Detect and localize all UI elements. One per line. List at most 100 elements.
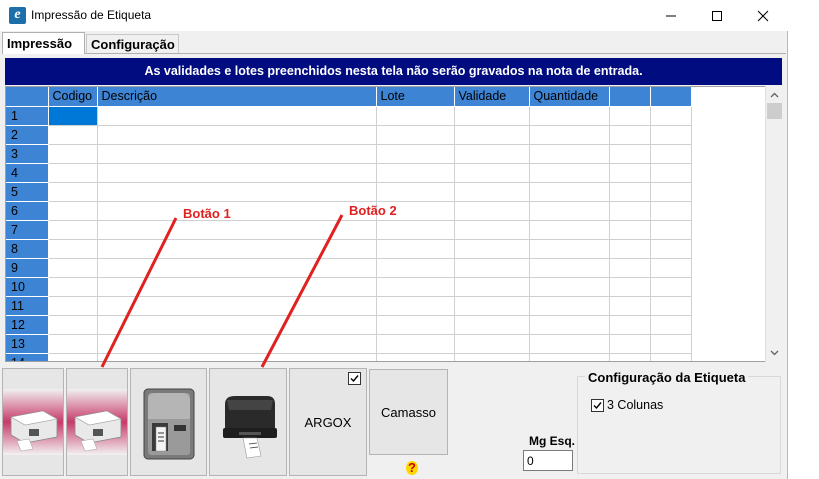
grid-cell[interactable]	[97, 182, 377, 202]
grid-cell[interactable]	[609, 144, 651, 164]
grid-cell[interactable]	[650, 201, 692, 221]
grid-cell[interactable]	[48, 315, 98, 335]
grid-cell[interactable]	[48, 220, 98, 240]
row-number[interactable]: 12	[6, 315, 49, 335]
grid-cell[interactable]	[609, 258, 651, 278]
grid-cell[interactable]	[97, 296, 377, 316]
grid-cell[interactable]	[454, 144, 530, 164]
grid-cell[interactable]	[376, 334, 455, 354]
grid-cell[interactable]	[97, 334, 377, 354]
grid-cell[interactable]	[609, 201, 651, 221]
row-number[interactable]: 10	[6, 277, 49, 297]
grid-cell[interactable]	[650, 163, 692, 183]
col-header-validade[interactable]: Validade	[454, 87, 530, 107]
grid-cell[interactable]	[650, 239, 692, 259]
grid-cell[interactable]	[650, 182, 692, 202]
grid-cell[interactable]	[376, 182, 455, 202]
scroll-up-arrow[interactable]	[766, 86, 783, 103]
grid-cell[interactable]	[529, 220, 610, 240]
grid-cell[interactable]	[376, 258, 455, 278]
grid-cell[interactable]	[650, 353, 692, 361]
grid-cell[interactable]	[529, 239, 610, 259]
grid-cell[interactable]	[48, 106, 98, 126]
grid-cell[interactable]	[97, 353, 377, 361]
grid-cell[interactable]	[650, 277, 692, 297]
grid-cell[interactable]	[454, 315, 530, 335]
grid-cell[interactable]	[97, 106, 377, 126]
grid-cell[interactable]	[97, 144, 377, 164]
grid-cell[interactable]	[454, 296, 530, 316]
grid-cell[interactable]	[97, 125, 377, 145]
grid-cell[interactable]	[454, 182, 530, 202]
grid-cell[interactable]	[48, 239, 98, 259]
grid-cell[interactable]	[650, 315, 692, 335]
row-number[interactable]: 7	[6, 220, 49, 240]
close-button[interactable]	[740, 0, 786, 31]
grid-cell[interactable]	[529, 296, 610, 316]
grid-cell[interactable]	[454, 125, 530, 145]
grid-cell[interactable]	[454, 106, 530, 126]
grid-cell[interactable]	[97, 201, 377, 221]
grid-cell[interactable]	[609, 277, 651, 297]
tab-configuracao[interactable]: Configuração	[86, 34, 179, 54]
col-header-lote[interactable]: Lote	[376, 87, 455, 107]
row-number[interactable]: 3	[6, 144, 49, 164]
row-number[interactable]: 5	[6, 182, 49, 202]
grid-cell[interactable]	[376, 296, 455, 316]
minimize-button[interactable]	[648, 0, 694, 31]
grid-cell[interactable]	[454, 239, 530, 259]
grid-cell[interactable]	[97, 220, 377, 240]
col-header-extra-1[interactable]	[609, 87, 651, 107]
grid-cell[interactable]	[609, 315, 651, 335]
row-number[interactable]: 9	[6, 258, 49, 278]
grid-cell[interactable]	[529, 315, 610, 335]
grid-cell[interactable]	[48, 201, 98, 221]
row-number[interactable]: 11	[6, 296, 49, 316]
data-grid[interactable]: Codigo Descrição Lote Validade Quantidad…	[5, 86, 782, 362]
grid-cell[interactable]	[376, 239, 455, 259]
row-number[interactable]: 8	[6, 239, 49, 259]
grid-cell[interactable]	[529, 144, 610, 164]
grid-cell[interactable]	[454, 220, 530, 240]
grid-cell[interactable]	[529, 334, 610, 354]
grid-cell[interactable]	[609, 106, 651, 126]
argox-checkbox[interactable]	[348, 372, 361, 385]
grid-cell[interactable]	[376, 220, 455, 240]
grid-cell[interactable]	[376, 125, 455, 145]
grid-cell[interactable]	[529, 277, 610, 297]
help-icon[interactable]: ?	[406, 461, 418, 475]
camasso-button[interactable]: Camasso	[369, 369, 448, 455]
grid-cell[interactable]	[454, 334, 530, 354]
col-header-quantidade[interactable]: Quantidade	[529, 87, 610, 107]
grid-cell[interactable]	[609, 163, 651, 183]
grid-cell[interactable]	[529, 106, 610, 126]
row-number[interactable]: 6	[6, 201, 49, 221]
grid-cell[interactable]	[529, 353, 610, 361]
grid-cell[interactable]	[454, 163, 530, 183]
row-number[interactable]: 4	[6, 163, 49, 183]
printer-button-3[interactable]	[130, 368, 207, 476]
col-header-extra-2[interactable]	[650, 87, 692, 107]
row-number[interactable]: 2	[6, 125, 49, 145]
grid-cell[interactable]	[376, 144, 455, 164]
grid-cell[interactable]	[609, 239, 651, 259]
grid-cell[interactable]	[609, 182, 651, 202]
scroll-down-arrow[interactable]	[766, 344, 783, 361]
grid-cell[interactable]	[454, 258, 530, 278]
grid-cell[interactable]	[650, 296, 692, 316]
grid-cell[interactable]	[609, 125, 651, 145]
grid-cell[interactable]	[609, 296, 651, 316]
grid-cell[interactable]	[48, 296, 98, 316]
grid-cell[interactable]	[454, 353, 530, 361]
grid-cell[interactable]	[48, 258, 98, 278]
maximize-button[interactable]	[694, 0, 740, 31]
grid-cell[interactable]	[609, 220, 651, 240]
grid-cell[interactable]	[454, 201, 530, 221]
grid-cell[interactable]	[529, 163, 610, 183]
grid-cell[interactable]	[97, 258, 377, 278]
grid-cell[interactable]	[376, 353, 455, 361]
grid-cell[interactable]	[529, 182, 610, 202]
row-number[interactable]: 1	[6, 106, 49, 126]
grid-cell[interactable]	[48, 144, 98, 164]
row-number[interactable]: 13	[6, 334, 49, 354]
